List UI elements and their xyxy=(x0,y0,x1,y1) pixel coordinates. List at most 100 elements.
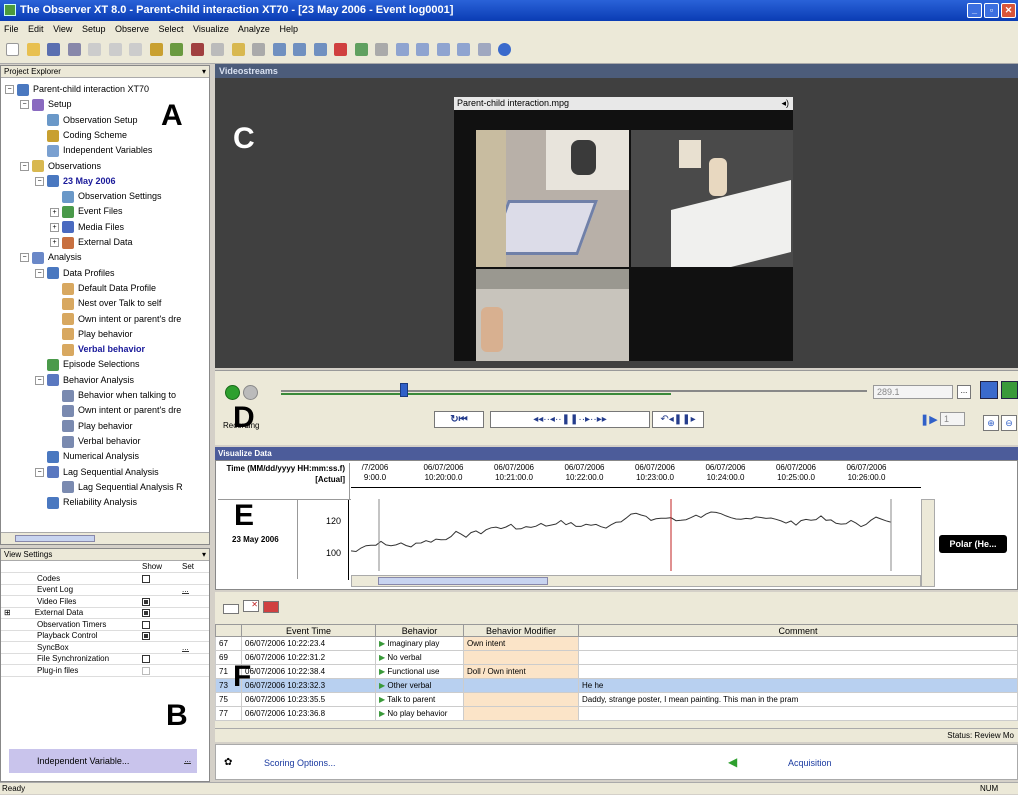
expand-icon[interactable]: − xyxy=(20,161,29,171)
help-icon[interactable] xyxy=(498,43,512,56)
tree-item[interactable]: Episode Selections xyxy=(35,356,140,372)
layout1-icon[interactable] xyxy=(395,43,409,56)
event-log-view-icon[interactable] xyxy=(223,604,239,614)
viz-scroll-thumb[interactable] xyxy=(378,577,548,585)
cell-comment[interactable] xyxy=(578,650,1018,665)
expand-icon[interactable]: − xyxy=(35,467,44,477)
step-size[interactable]: 1 xyxy=(940,412,965,426)
viz-scrollbar[interactable] xyxy=(351,575,921,587)
tree-item[interactable]: Numerical Analysis xyxy=(35,448,139,464)
cell-event-time[interactable]: 06/07/2006 10:23:32.3 xyxy=(241,678,376,693)
set-dots-icon[interactable]: ... xyxy=(182,586,189,595)
expand-icon[interactable]: ⊞ xyxy=(4,608,11,617)
cell-behavior[interactable]: ▶ No play behavior xyxy=(375,706,464,721)
new-icon[interactable] xyxy=(6,43,19,56)
tree-item[interactable]: + Event Files xyxy=(50,203,123,219)
export-icon[interactable] xyxy=(211,43,225,56)
tree-item[interactable]: − 23 May 2006 xyxy=(35,173,116,189)
menu-observe[interactable]: Observe xyxy=(115,24,149,34)
table-row[interactable]: 73 06/07/2006 10:23:32.3 ▶ Other verbal He … xyxy=(215,678,1018,693)
menu-analyze[interactable]: Analyze xyxy=(238,24,270,34)
tree-item[interactable]: Coding Scheme xyxy=(35,127,127,143)
cell-event-time[interactable]: 06/07/2006 10:22:31.2 xyxy=(241,650,376,665)
print-icon[interactable] xyxy=(67,43,81,56)
menu-select[interactable]: Select xyxy=(159,24,184,34)
coding-scheme-icon[interactable] xyxy=(149,43,163,56)
tree-item[interactable]: + Media Files xyxy=(50,219,124,235)
cell-behavior-modifier[interactable] xyxy=(463,706,579,721)
cell-event-time[interactable]: 06/07/2006 10:22:23.4 xyxy=(241,636,376,651)
copy-icon[interactable] xyxy=(108,43,122,56)
step-icon[interactable]: ❚▶ xyxy=(920,413,938,426)
expand-icon[interactable]: − xyxy=(35,176,44,186)
save-icon[interactable] xyxy=(47,43,61,56)
filter-icon[interactable] xyxy=(293,43,307,56)
subjects-icon[interactable] xyxy=(170,43,184,56)
scoring-icon[interactable]: ✿ xyxy=(224,757,232,768)
pin-icon[interactable]: ▾ xyxy=(202,549,206,561)
table-row[interactable]: 75 06/07/2006 10:23:35.5 ▶ Talk to parent D… xyxy=(215,692,1018,707)
time-options-button[interactable]: ... xyxy=(957,385,971,399)
show-checkbox[interactable] xyxy=(142,632,150,641)
menu-view[interactable]: View xyxy=(53,24,72,34)
delete-event-icon[interactable]: ✕ xyxy=(243,600,259,612)
close-button[interactable]: ✕ xyxy=(1001,3,1016,18)
show-checkbox[interactable] xyxy=(142,597,150,606)
expand-icon[interactable]: + xyxy=(50,207,59,217)
chart-icon[interactable] xyxy=(334,43,348,56)
layout2-icon[interactable] xyxy=(416,43,430,56)
menu-help[interactable]: Help xyxy=(279,24,298,34)
tree-item[interactable]: − Behavior Analysis xyxy=(35,372,134,388)
cell-behavior-modifier[interactable] xyxy=(463,678,579,693)
cell-behavior-modifier[interactable] xyxy=(463,650,579,665)
minimize-button[interactable]: _ xyxy=(967,3,982,18)
tree-item[interactable]: Own intent or parent's dre xyxy=(50,402,181,418)
cell-behavior[interactable]: ▶ Functional use xyxy=(375,664,464,679)
nest-icon[interactable] xyxy=(313,43,327,56)
event-options-icon[interactable] xyxy=(263,601,279,613)
menu-edit[interactable]: Edit xyxy=(28,24,44,34)
cell-behavior[interactable]: ▶ Talk to parent xyxy=(375,692,464,707)
set-dots-icon[interactable]: ... xyxy=(184,756,191,764)
tree-item[interactable]: − Data Profiles xyxy=(35,265,115,281)
tree-item[interactable]: Lag Sequential Analysis R xyxy=(50,479,183,495)
table-row[interactable]: 67 06/07/2006 10:22:23.4 ▶ Imaginary play O… xyxy=(215,636,1018,651)
cell-behavior-modifier[interactable]: Own intent xyxy=(463,636,579,651)
tree-item[interactable]: Reliability Analysis xyxy=(35,494,137,510)
layout3-icon[interactable] xyxy=(436,43,450,56)
zoom-out-icon[interactable]: ⊖ xyxy=(1001,415,1017,431)
cell-behavior[interactable]: ▶ Other verbal xyxy=(375,678,464,693)
horizontal-scrollbar[interactable] xyxy=(1,532,209,544)
maximize-button[interactable]: ▫ xyxy=(984,3,999,18)
cell-no[interactable]: 67 xyxy=(215,636,242,651)
tree-item[interactable]: − Setup xyxy=(20,96,72,112)
open-icon[interactable] xyxy=(26,43,40,56)
cell-behavior-modifier[interactable]: Doll / Own intent xyxy=(463,664,579,679)
record-start-icon[interactable] xyxy=(225,385,240,400)
menu-file[interactable]: File xyxy=(4,24,19,34)
cell-behavior[interactable]: ▶ No verbal xyxy=(375,650,464,665)
cell-event-time[interactable]: 06/07/2006 10:23:35.5 xyxy=(241,692,376,707)
viz-vscrollbar[interactable] xyxy=(921,499,935,587)
acquisition-arrow-icon[interactable]: ◀ xyxy=(728,755,737,769)
tree-item[interactable]: Play behavior xyxy=(50,326,133,342)
cell-comment[interactable]: Daddy, strange poster, I mean painting. … xyxy=(578,692,1018,707)
tree-item[interactable]: − Observations xyxy=(20,158,101,174)
table-row[interactable]: 77 06/07/2006 10:23:36.8 ▶ No play behavio… xyxy=(215,706,1018,721)
frame-step-buttons[interactable]: ↶◂❚❚▸ xyxy=(652,411,704,428)
cell-comment[interactable]: He he xyxy=(578,678,1018,693)
expand-icon[interactable]: − xyxy=(5,85,14,95)
pin-icon[interactable]: ▾ xyxy=(202,66,206,78)
tree-item[interactable]: − Parent-child interaction XT70 xyxy=(5,81,149,97)
cell-no[interactable]: 75 xyxy=(215,692,242,707)
tree-item[interactable]: + External Data xyxy=(50,234,133,250)
show-checkbox[interactable] xyxy=(142,620,150,629)
select-icon[interactable] xyxy=(272,43,286,56)
report-icon[interactable] xyxy=(375,43,389,56)
tree-item[interactable]: Default Data Profile xyxy=(50,280,156,296)
scoring-options-link[interactable]: Scoring Options... xyxy=(264,758,336,768)
record-stop-icon[interactable] xyxy=(243,385,258,400)
options-icon[interactable] xyxy=(477,43,491,56)
expand-icon[interactable]: − xyxy=(35,375,44,385)
cell-behavior[interactable]: ▶ Imaginary play xyxy=(375,636,464,651)
